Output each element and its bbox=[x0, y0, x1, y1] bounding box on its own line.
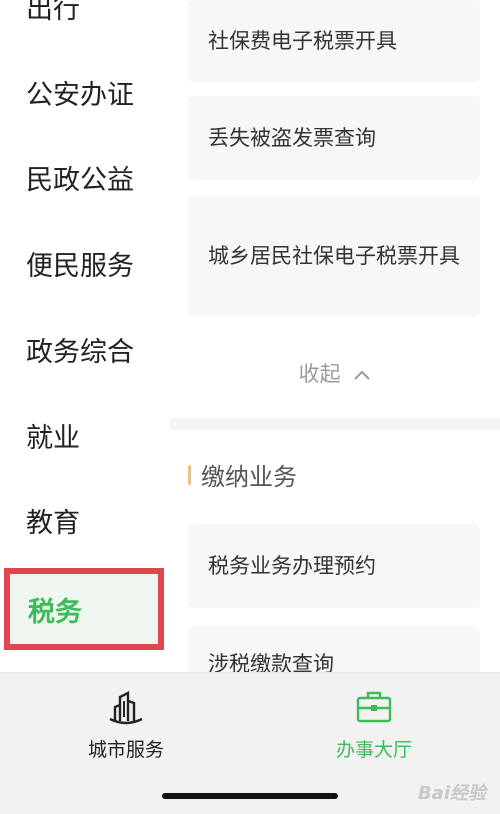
collapse-label: 收起 bbox=[298, 362, 341, 386]
sidebar-item-public-security[interactable]: 公安办证 bbox=[26, 82, 134, 109]
section-accent-bar bbox=[188, 464, 191, 485]
collapse-button[interactable]: 收起 bbox=[170, 358, 500, 388]
service-card-label: 城乡居民社保电子税票开具 bbox=[208, 243, 460, 268]
service-card-label: 涉税缴款查询 bbox=[208, 652, 334, 672]
sidebar-item-tax-label: 税务 bbox=[28, 596, 82, 628]
watermark-logo: Bai经验 bbox=[417, 783, 486, 804]
sidebar-item-government[interactable]: 政务综合 bbox=[26, 339, 134, 366]
service-card[interactable]: 丢失被盗发票查询 bbox=[188, 96, 480, 180]
service-card[interactable]: 社保费电子税票开具 bbox=[188, 0, 480, 82]
panel-payment: 缴纳业务 税务业务办理预约 涉税缴款查询 bbox=[170, 430, 500, 672]
chevron-up-icon bbox=[354, 370, 371, 380]
tab-label: 城市服务 bbox=[87, 739, 164, 761]
tab-city-services[interactable]: 城市服务 bbox=[46, 687, 206, 762]
sidebar-item-education[interactable]: 教育 bbox=[26, 510, 80, 537]
sidebar-item-travel[interactable]: 出行 bbox=[26, 0, 80, 23]
section-title: 缴纳业务 bbox=[201, 463, 297, 491]
briefcase-icon bbox=[356, 691, 392, 723]
service-card-label: 社保费电子税票开具 bbox=[208, 28, 397, 53]
section-header: 缴纳业务 bbox=[188, 457, 297, 492]
sidebar-item-employment[interactable]: 就业 bbox=[26, 425, 80, 452]
sidebar-item-convenience[interactable]: 便民服务 bbox=[26, 253, 134, 280]
panel-top: 社保费电子税票开具 丢失被盗发票查询 城乡居民社保电子税票开具 收起 bbox=[170, 0, 500, 418]
service-card[interactable]: 涉税缴款查询 bbox=[188, 626, 480, 672]
service-card[interactable]: 城乡居民社保电子税票开具 bbox=[188, 195, 480, 317]
service-list: 社保费电子税票开具 丢失被盗发票查询 城乡居民社保电子税票开具 收起 缴纳业务 … bbox=[170, 0, 500, 672]
service-card-label: 税务业务办理预约 bbox=[208, 553, 376, 578]
sidebar-item-tax[interactable]: 税务 bbox=[4, 568, 164, 650]
home-indicator[interactable] bbox=[162, 793, 338, 799]
buildings-icon bbox=[109, 691, 143, 725]
service-card[interactable]: 税务业务办理预约 bbox=[188, 524, 480, 608]
tab-label: 办事大厅 bbox=[335, 739, 412, 761]
category-sidebar: 出行 公安办证 民政公益 便民服务 政务综合 就业 教育 税务 bbox=[0, 0, 170, 672]
service-card-label: 丢失被盗发票查询 bbox=[208, 125, 376, 150]
sidebar-item-civil-affairs[interactable]: 民政公益 bbox=[26, 167, 134, 194]
tab-service-hall[interactable]: 办事大厅 bbox=[294, 687, 454, 762]
